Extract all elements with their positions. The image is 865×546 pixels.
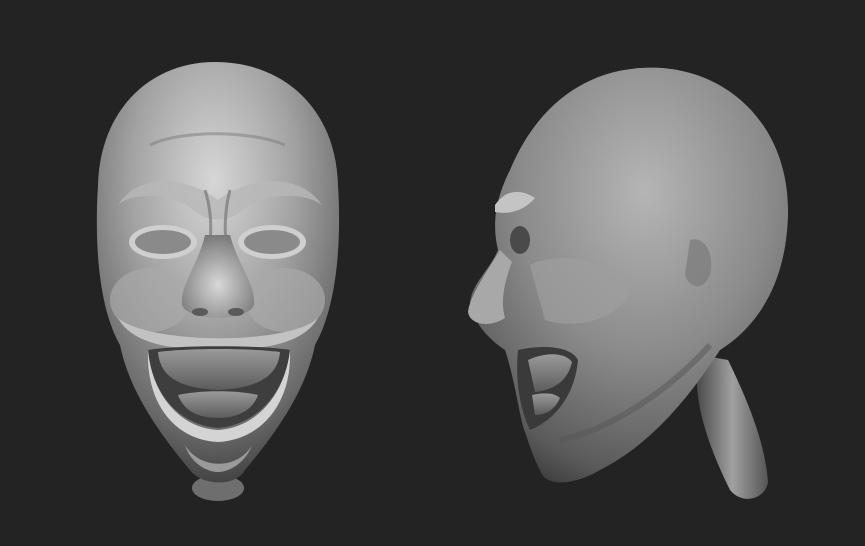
render-scene bbox=[96, 62, 789, 501]
sculpted-head-front-view bbox=[96, 62, 340, 501]
render-viewport bbox=[0, 0, 865, 546]
sculpted-head-side-view bbox=[468, 67, 789, 499]
